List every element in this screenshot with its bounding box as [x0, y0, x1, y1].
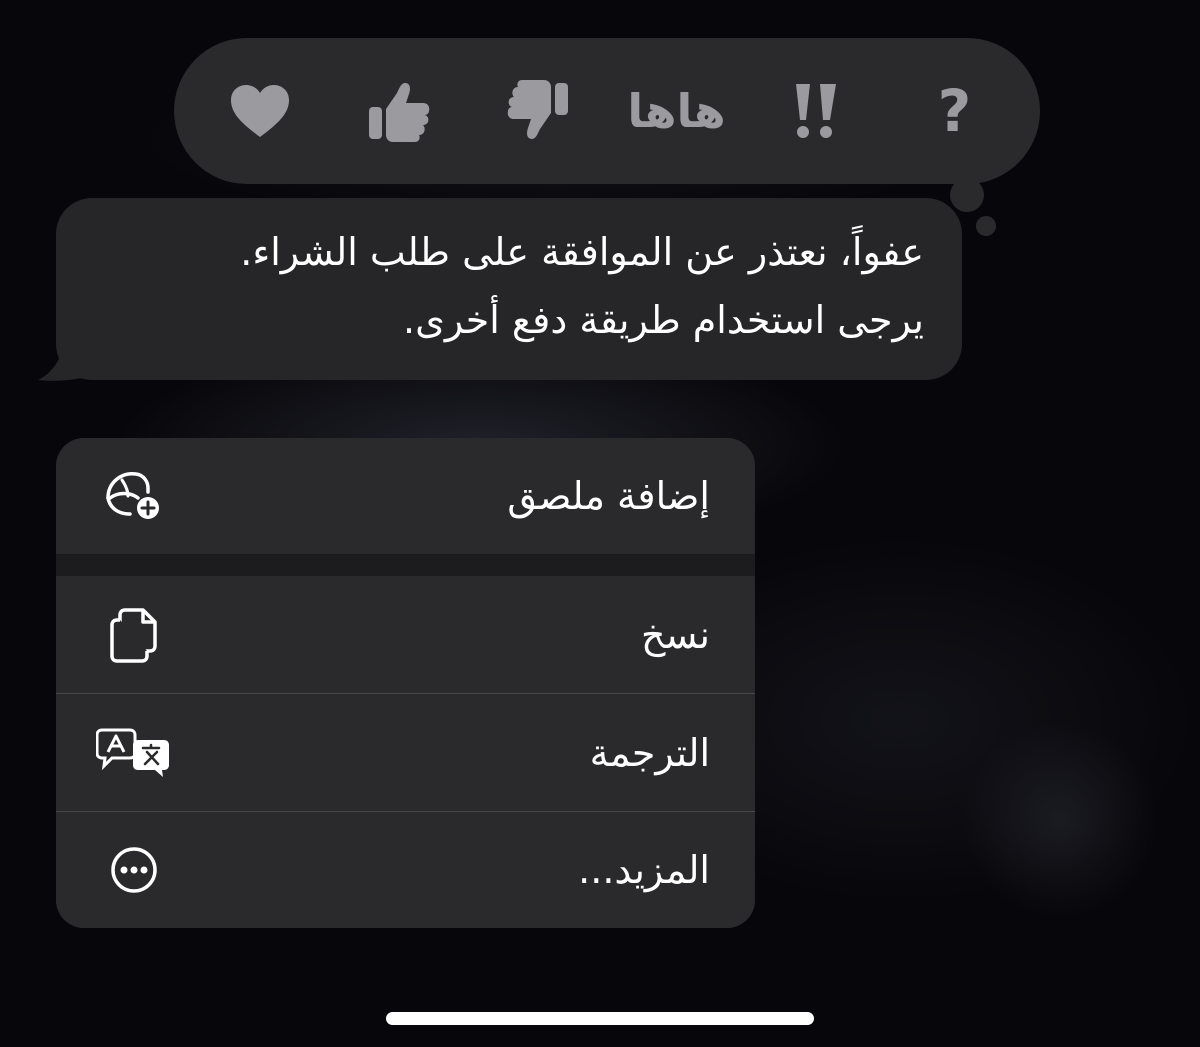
copy-menu-item[interactable]: نسخ [56, 576, 755, 693]
haha-icon: هاها [627, 84, 726, 138]
thumbs-down-icon [507, 80, 568, 139]
translate-menu-item[interactable]: الترجمة [56, 694, 755, 811]
add-sticker-icon [96, 458, 172, 534]
copy-label: نسخ [640, 612, 710, 657]
tapback-tail-dot-large [950, 178, 984, 212]
tapback-bar: هاها ? [174, 38, 1040, 184]
heart-icon [230, 85, 289, 137]
more-menu-item[interactable]: المزيد... [56, 812, 755, 928]
message-bubble[interactable]: عفواً، نعتذر عن الموافقة على طلب الشراء.… [56, 198, 962, 380]
message-line: عفواً، نعتذر عن الموافقة على طلب الشراء. [240, 230, 924, 274]
thumbs-up-icon [368, 83, 429, 142]
question-icon: ? [937, 77, 972, 145]
tapback-thumbs-up-button[interactable] [351, 63, 447, 159]
home-indicator[interactable] [386, 1012, 814, 1025]
message-line: يرجى استخدام طريقة دفع أخرى. [403, 298, 924, 342]
copy-icon [96, 597, 172, 673]
add-sticker-menu-item[interactable]: إضافة ملصق [56, 438, 755, 554]
tapback-thumbs-down-button[interactable] [490, 63, 586, 159]
more-icon [96, 832, 172, 908]
translate-icon [96, 715, 172, 791]
translate-label: الترجمة [589, 730, 710, 775]
add-sticker-label: إضافة ملصق [507, 474, 710, 518]
tapback-tail-dot-small [976, 216, 996, 236]
emphasize-icon [795, 84, 836, 138]
menu-section-gap [56, 554, 755, 576]
tapback-question-button[interactable]: ? [907, 63, 1003, 159]
screen: هاها ? عفواً، نعتذر عن الموافقة على طلب … [0, 0, 1200, 1047]
message-text: عفواً، نعتذر عن الموافقة على طلب الشراء.… [84, 218, 924, 354]
tapback-heart-button[interactable] [212, 63, 308, 159]
tapback-emphasize-button[interactable] [768, 63, 864, 159]
more-label: المزيد... [578, 848, 710, 892]
tapback-haha-button[interactable]: هاها [627, 63, 726, 159]
context-menu: إضافة ملصق نسخ الترجمة المزيد... [56, 438, 755, 928]
